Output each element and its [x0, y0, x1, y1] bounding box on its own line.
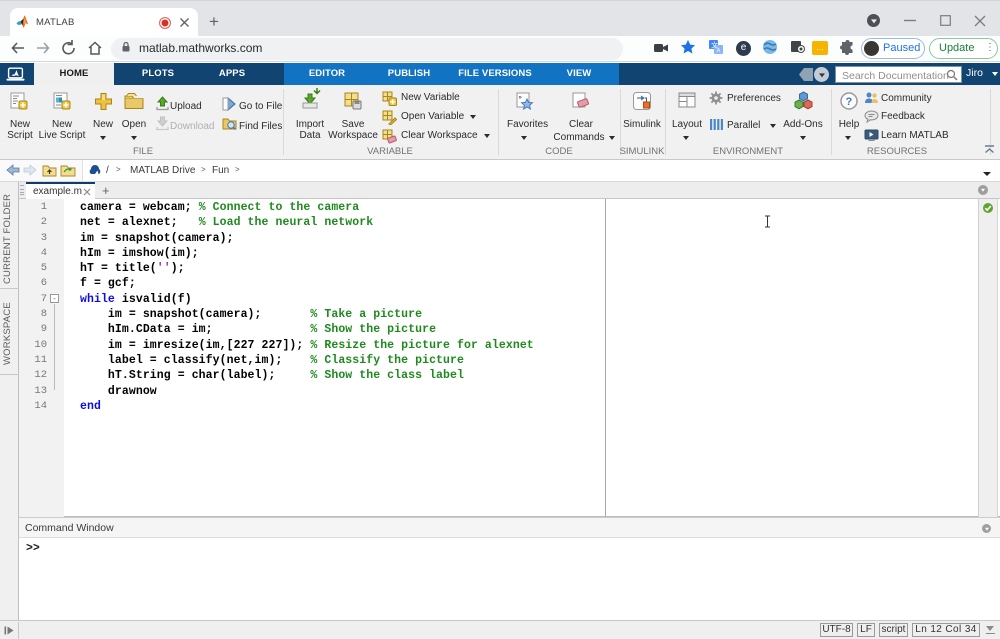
- svg-text:?: ?: [846, 96, 853, 108]
- svg-text:A: A: [717, 49, 721, 55]
